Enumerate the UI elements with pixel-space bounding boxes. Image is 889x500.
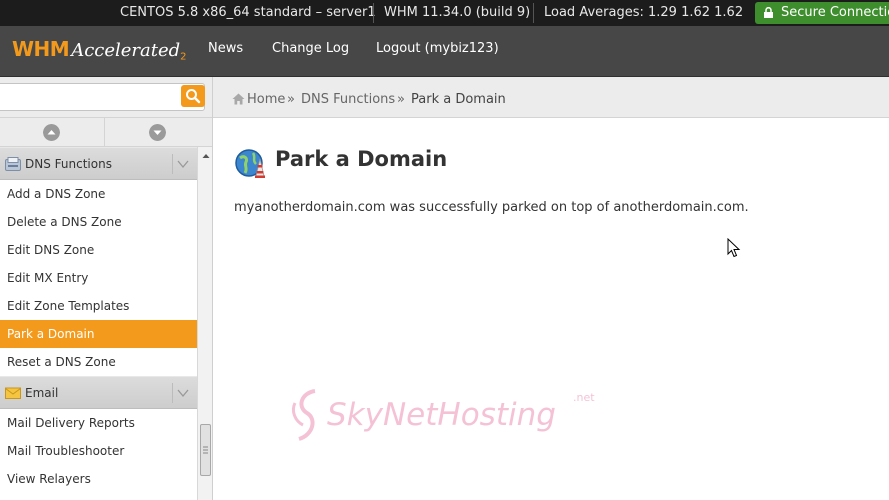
menu-scroll-controls — [0, 118, 212, 147]
logo-version: 2 — [180, 51, 187, 63]
app-header: WHM Accelerated2 News Change Log Logout (… — [0, 26, 889, 77]
collapse-toggle[interactable] — [172, 154, 192, 174]
grip-icon — [203, 446, 208, 454]
secure-connection-label: Secure Connection — [781, 5, 889, 20]
collapse-toggle[interactable] — [172, 383, 192, 403]
breadcrumb-separator: » — [397, 92, 405, 107]
category-dns-functions[interactable]: DNS Functions — [0, 147, 197, 180]
nav-news[interactable]: News — [208, 26, 243, 77]
sidebar-item-edit-zone-templates[interactable]: Edit Zone Templates — [0, 292, 197, 320]
status-bar: CENTOS 5.8 x86_64 standard – server1 WHM… — [0, 0, 889, 26]
scroll-up-arrow-icon — [202, 154, 210, 158]
sidebar-item-park-a-domain[interactable]: Park a Domain — [0, 320, 197, 348]
search-area — [0, 77, 212, 118]
sidebar-item-delete-dns-zone[interactable]: Delete a DNS Zone — [0, 208, 197, 236]
skynethosting-watermark: SkyNetHosting .net — [287, 385, 607, 445]
server-info: CENTOS 5.8 x86_64 standard – server1 — [120, 5, 376, 20]
search-input[interactable] — [0, 83, 205, 111]
scrollbar-thumb[interactable] — [200, 424, 211, 476]
scroll-up-button[interactable] — [0, 118, 104, 147]
logo-whm: WHM — [12, 37, 70, 61]
watermark-logo-icon — [291, 389, 316, 441]
breadcrumb-dns-functions[interactable]: DNS Functions — [301, 77, 395, 118]
search-button[interactable] — [181, 85, 205, 107]
chevron-down-icon — [177, 160, 189, 169]
sidebar-scrollbar[interactable] — [197, 147, 212, 500]
status-divider — [373, 3, 374, 23]
watermark-text: SkyNetHosting — [327, 397, 556, 433]
nav-change-log[interactable]: Change Log — [272, 26, 349, 77]
sidebar-menu: DNS Functions Add a DNS Zone Delete a DN… — [0, 147, 197, 493]
status-divider — [533, 3, 534, 23]
lock-icon — [764, 7, 773, 18]
arrow-up-icon — [43, 124, 60, 141]
breadcrumb-separator: » — [287, 92, 295, 107]
category-email[interactable]: Email — [0, 376, 197, 409]
nav-logout[interactable]: Logout (mybiz123) — [376, 26, 499, 77]
sidebar-item-add-dns-zone[interactable]: Add a DNS Zone — [0, 180, 197, 208]
park-domain-icon — [235, 149, 265, 178]
load-averages: Load Averages: 1.29 1.62 1.62 — [544, 5, 744, 20]
breadcrumb: Home » DNS Functions » Park a Domain — [213, 77, 889, 118]
page-title: Park a Domain — [275, 147, 448, 171]
mouse-cursor-icon — [727, 238, 741, 258]
logo-accelerated: Accelerated — [71, 40, 181, 61]
sidebar-item-view-relayers[interactable]: View Relayers — [0, 465, 197, 493]
whm-logo[interactable]: WHM Accelerated2 — [12, 37, 187, 67]
watermark-suffix: .net — [573, 391, 595, 404]
whm-version: WHM 11.34.0 (build 9) — [384, 5, 531, 20]
sidebar-item-mail-troubleshooter[interactable]: Mail Troubleshooter — [0, 437, 197, 465]
scroll-down-button[interactable] — [105, 118, 212, 147]
category-label: Email — [25, 386, 59, 400]
arrow-down-icon — [149, 124, 166, 141]
sidebar: DNS Functions Add a DNS Zone Delete a DN… — [0, 77, 213, 500]
breadcrumb-current: Park a Domain — [411, 92, 506, 107]
secure-connection-badge[interactable]: Secure Connection — [755, 2, 889, 24]
success-message: myanotherdomain.com was successfully par… — [234, 200, 749, 215]
envelope-icon — [5, 387, 21, 399]
breadcrumb-home[interactable]: Home — [247, 77, 285, 118]
sidebar-item-edit-dns-zone[interactable]: Edit DNS Zone — [0, 236, 197, 264]
chevron-down-icon — [177, 389, 189, 398]
home-icon[interactable] — [232, 93, 245, 105]
dns-icon — [5, 157, 21, 171]
search-icon — [186, 89, 201, 104]
sidebar-item-edit-mx-entry[interactable]: Edit MX Entry — [0, 264, 197, 292]
sidebar-item-mail-delivery-reports[interactable]: Mail Delivery Reports — [0, 409, 197, 437]
category-label: DNS Functions — [25, 157, 112, 171]
sidebar-item-reset-dns-zone[interactable]: Reset a DNS Zone — [0, 348, 197, 376]
